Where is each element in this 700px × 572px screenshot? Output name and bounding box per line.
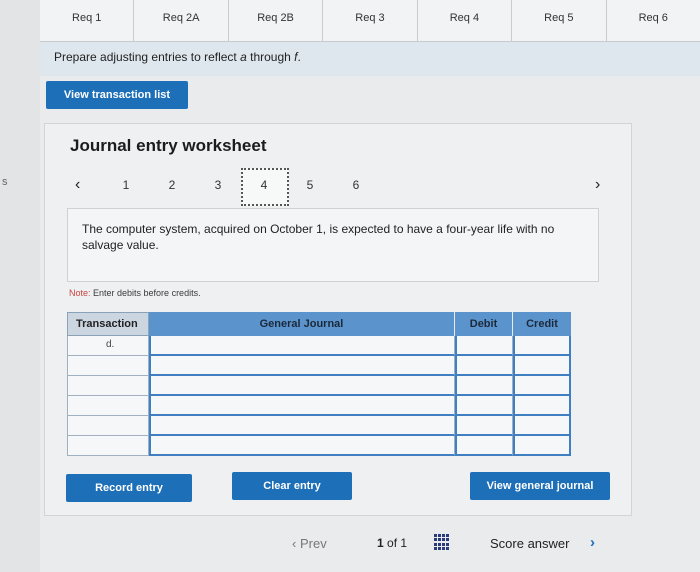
- page-current: 1: [377, 536, 384, 550]
- debit-input[interactable]: [455, 416, 513, 436]
- instruction-middle: through: [246, 50, 295, 64]
- instruction-text: Prepare adjusting entries to reflect a t…: [54, 50, 301, 64]
- account-input[interactable]: [149, 376, 455, 396]
- transaction-cell: [67, 376, 149, 396]
- prev-arrow-icon: ‹: [292, 536, 297, 551]
- header-general-journal: General Journal: [149, 312, 455, 336]
- pager-page-3[interactable]: 3: [211, 178, 225, 192]
- pager-page-2[interactable]: 2: [165, 178, 179, 192]
- account-input[interactable]: [149, 396, 455, 416]
- debit-input[interactable]: [455, 396, 513, 416]
- worksheet-title: Journal entry worksheet: [70, 136, 267, 155]
- page-of: of: [387, 536, 398, 550]
- account-input[interactable]: [149, 416, 455, 436]
- left-edge-strip: [0, 0, 40, 572]
- debit-input[interactable]: [455, 436, 513, 456]
- tab-req-1[interactable]: Req 1: [40, 0, 135, 42]
- journal-table: Transaction General Journal Debit Credit…: [67, 312, 571, 456]
- chevron-right-icon[interactable]: ›: [590, 534, 595, 551]
- prev-button[interactable]: ‹ Prev: [292, 536, 327, 551]
- account-input[interactable]: [149, 356, 455, 376]
- tab-req-6[interactable]: Req 6: [606, 0, 700, 42]
- note-text: Enter debits before credits.: [90, 288, 201, 298]
- tab-req-4[interactable]: Req 4: [417, 0, 513, 42]
- worksheet-pager: ‹ 1 2 3 4 5 6 ›: [45, 168, 633, 208]
- prev-label: Prev: [299, 536, 327, 551]
- score-answer-button[interactable]: Score answer: [490, 536, 569, 551]
- transaction-cell: [67, 396, 149, 416]
- bottom-navigation: ‹ Prev 1 of 1 Score answer ›: [40, 524, 700, 564]
- table-row: [67, 356, 571, 376]
- pager-page-1[interactable]: 1: [119, 178, 133, 192]
- table-row: [67, 396, 571, 416]
- left-edge-char: s: [2, 176, 8, 188]
- table-row: [67, 416, 571, 436]
- view-transaction-list-button[interactable]: View transaction list: [46, 81, 188, 109]
- clear-entry-button[interactable]: Clear entry: [232, 472, 352, 500]
- journal-table-header: Transaction General Journal Debit Credit: [67, 312, 571, 336]
- grid-icon[interactable]: [434, 534, 450, 550]
- pager-page-5[interactable]: 5: [303, 178, 317, 192]
- instruction-bar: Prepare adjusting entries to reflect a t…: [40, 42, 700, 76]
- tab-req-5[interactable]: Req 5: [512, 0, 607, 42]
- header-credit: Credit: [513, 312, 571, 336]
- table-row: [67, 436, 571, 456]
- entry-note: Note: Enter debits before credits.: [69, 288, 201, 298]
- pager-prev-icon[interactable]: ‹: [75, 176, 80, 194]
- instruction-prefix: Prepare adjusting entries to reflect: [54, 50, 241, 64]
- transaction-description-box: The computer system, acquired on October…: [67, 208, 599, 282]
- instruction-italic-a: a: [240, 50, 247, 64]
- table-row: [67, 376, 571, 396]
- requirement-tabs: Req 1 Req 2A Req 2B Req 3 Req 4 Req 5 Re…: [40, 0, 700, 42]
- credit-input[interactable]: [513, 396, 571, 416]
- note-label: Note:: [69, 288, 91, 298]
- credit-input[interactable]: [513, 416, 571, 436]
- instruction-suffix: .: [297, 50, 301, 64]
- journal-entry-worksheet: Journal entry worksheet ‹ 1 2 3 4 5 6 › …: [44, 123, 632, 516]
- debit-input[interactable]: [455, 356, 513, 376]
- credit-input[interactable]: [513, 336, 571, 356]
- pager-page-4[interactable]: 4: [257, 178, 271, 192]
- header-transaction: Transaction: [67, 312, 149, 336]
- pager-page-6[interactable]: 6: [349, 178, 363, 192]
- credit-input[interactable]: [513, 436, 571, 456]
- account-input[interactable]: [149, 436, 455, 456]
- transaction-cell: d.: [67, 336, 149, 356]
- table-row: d.: [67, 336, 571, 356]
- page-counter: 1 of 1: [377, 536, 407, 550]
- account-input[interactable]: [149, 336, 455, 356]
- credit-input[interactable]: [513, 376, 571, 396]
- credit-input[interactable]: [513, 356, 571, 376]
- debit-input[interactable]: [455, 376, 513, 396]
- transaction-cell: [67, 416, 149, 436]
- view-general-journal-button[interactable]: View general journal: [470, 472, 610, 500]
- page-total: 1: [400, 536, 408, 550]
- transaction-cell: [67, 356, 149, 376]
- record-entry-button[interactable]: Record entry: [66, 474, 192, 502]
- pager-next-icon[interactable]: ›: [595, 176, 600, 194]
- transaction-cell: [67, 436, 149, 456]
- tab-req-2b[interactable]: Req 2B: [228, 0, 324, 42]
- tab-req-3[interactable]: Req 3: [323, 0, 418, 42]
- tab-req-2a[interactable]: Req 2A: [134, 0, 229, 42]
- debit-input[interactable]: [455, 336, 513, 356]
- transaction-description: The computer system, acquired on October…: [82, 222, 555, 252]
- header-debit: Debit: [455, 312, 513, 336]
